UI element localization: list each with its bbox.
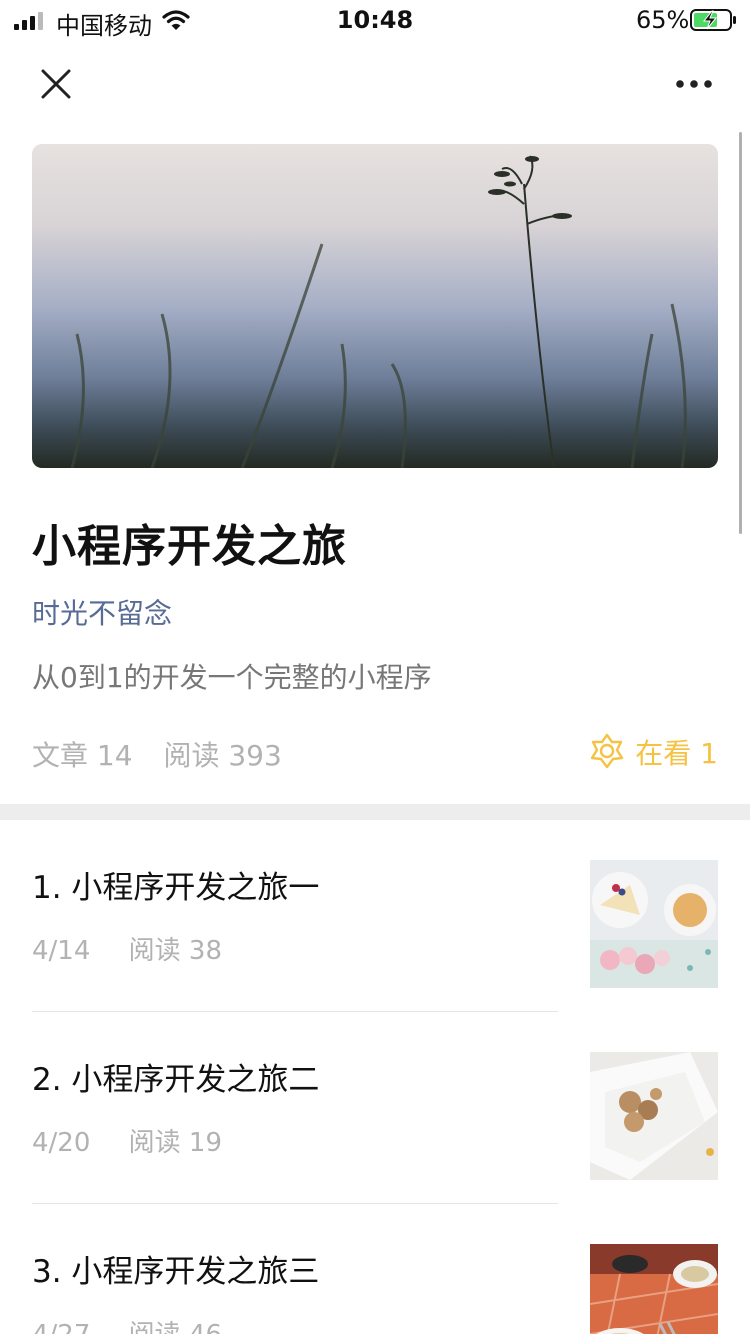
article-thumbnail [590,1052,718,1180]
battery-charging-icon [690,9,736,31]
scrollbar[interactable] [739,132,742,534]
article-item[interactable]: 1. 小程序开发之旅一 4/14 阅读 38 [0,820,750,1012]
article-reads: 阅读 19 [128,1128,223,1158]
article-title: 3. 小程序开发之旅三 [32,1254,320,1290]
section-divider [0,804,750,820]
watching-button[interactable]: 在看 1 [589,730,718,774]
article-date: 4/14 [32,936,91,966]
close-icon[interactable] [40,68,72,100]
article-thumbnail [590,860,718,988]
article-date: 4/27 [32,1320,90,1334]
battery-percentage: 65% [636,6,690,34]
article-title: 2. 小程序开发之旅二 [32,1062,320,1098]
album-author-link[interactable]: 时光不留念 [32,592,172,632]
article-title: 1. 小程序开发之旅一 [32,870,320,906]
article-meta: 4/27 阅读 46 [32,1314,252,1334]
status-bar: 中国移动 10:48 65% [0,0,750,40]
album-stats: 文章 14 阅读 393 [32,734,304,774]
album-description: 从0到1的开发一个完整的小程序 [32,661,432,694]
article-reads: 阅读 38 [128,936,223,966]
article-count: 文章 14 [32,739,133,772]
watching-label: 在看 1 [635,737,718,770]
article-item[interactable]: 2. 小程序开发之旅二 4/20 阅读 19 [0,1012,750,1204]
more-options-icon[interactable] [672,72,716,96]
article-thumbnail [590,1244,718,1334]
article-item[interactable]: 3. 小程序开发之旅三 4/27 阅读 46 [0,1204,750,1334]
article-date: 4/20 [32,1128,91,1158]
article-meta: 4/20 阅读 19 [32,1122,252,1159]
watching-star-icon [591,733,624,769]
album-cover-image [32,144,718,468]
read-count: 阅读 393 [163,739,282,772]
album-title: 小程序开发之旅 [32,521,347,572]
article-reads: 阅读 46 [129,1320,222,1334]
article-meta: 4/14 阅读 38 [32,930,252,967]
